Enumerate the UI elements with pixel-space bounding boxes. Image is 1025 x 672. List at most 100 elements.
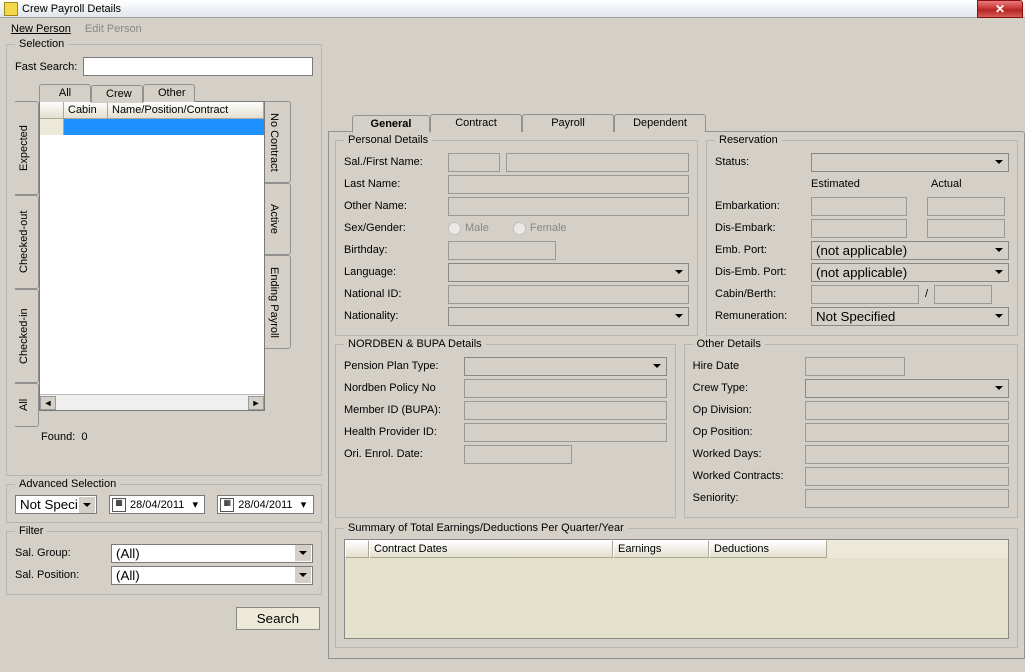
vtab-ending-payroll[interactable]: Ending Payroll — [265, 255, 291, 349]
other-name-input[interactable] — [448, 197, 689, 216]
tab-all[interactable]: All — [39, 84, 91, 102]
summary-col-contract[interactable]: Contract Dates — [369, 540, 613, 558]
tab-contract[interactable]: Contract — [430, 114, 522, 132]
status-combo[interactable] — [811, 153, 1009, 172]
sal-group-combo[interactable]: (All) — [111, 544, 313, 563]
remuneration-combo[interactable]: Not Specified — [811, 307, 1009, 326]
hire-date-label: Hire Date — [693, 360, 799, 372]
summary-grid[interactable]: Contract Dates Earnings Deductions — [344, 539, 1009, 639]
radio-male[interactable]: Male — [448, 222, 489, 235]
cabin-input[interactable] — [811, 285, 919, 304]
pension-label: Pension Plan Type: — [344, 360, 458, 372]
summary-col-earnings[interactable]: Earnings — [613, 540, 709, 558]
salutation-input[interactable] — [448, 153, 500, 172]
advanced-selection-group: Advanced Selection Not Specified ▦ 28/04… — [6, 484, 322, 523]
scroll-left-icon[interactable]: ◄ — [40, 396, 56, 410]
birthday-input[interactable] — [448, 241, 556, 260]
content: Selection Fast Search: All Crew Other — [0, 40, 1025, 666]
tab-other[interactable]: Other — [143, 84, 195, 102]
fast-search-input[interactable] — [83, 57, 313, 76]
other-name-label: Other Name: — [344, 200, 442, 212]
sal-position-combo[interactable]: (All) — [111, 566, 313, 585]
vtab-no-contract[interactable]: No Contract — [265, 101, 291, 183]
vtab-checked-in[interactable]: Checked-in — [15, 289, 39, 383]
sex-label: Sex/Gender: — [344, 222, 442, 234]
grid-selected-row[interactable] — [40, 119, 264, 135]
disemb-port-label: Dis-Emb. Port: — [715, 266, 805, 278]
advsel-date1[interactable]: ▦ 28/04/2011 ▾ — [109, 495, 205, 514]
ori-date-input[interactable] — [464, 445, 572, 464]
nationality-combo[interactable] — [448, 307, 689, 326]
other-details-legend: Other Details — [693, 338, 765, 350]
tab-dependent[interactable]: Dependent — [614, 114, 706, 132]
worked-contracts-input[interactable] — [805, 467, 1009, 486]
national-id-input[interactable] — [448, 285, 689, 304]
first-name-input[interactable] — [506, 153, 689, 172]
last-name-input[interactable] — [448, 175, 689, 194]
status-label: Status: — [715, 156, 805, 168]
policy-input[interactable] — [464, 379, 667, 398]
summary-col-deductions[interactable]: Deductions — [709, 540, 827, 558]
close-button[interactable]: ✕ — [977, 0, 1023, 18]
window-title: Crew Payroll Details — [22, 3, 121, 15]
title-bar: Crew Payroll Details ✕ — [0, 0, 1025, 18]
disembark-act-input[interactable] — [927, 219, 1005, 238]
member-id-input[interactable] — [464, 401, 667, 420]
search-button[interactable]: Search — [236, 607, 320, 630]
calendar-icon: ▦ — [220, 498, 234, 512]
vtab-active[interactable]: Active — [265, 183, 291, 255]
nordben-legend: NORDBEN & BUPA Details — [344, 338, 486, 350]
member-id-label: Member ID (BUPA): — [344, 404, 458, 416]
personal-details-group: Personal Details Sal./First Name: Last N… — [335, 140, 698, 336]
menu-edit-person: Edit Person — [78, 20, 149, 38]
summary-col-blank[interactable] — [345, 540, 369, 558]
tab-general[interactable]: General — [352, 115, 430, 133]
cabin-label: Cabin/Berth: — [715, 288, 805, 300]
vtab-checked-out[interactable]: Checked-out — [15, 195, 39, 289]
emb-port-label: Emb. Port: — [715, 244, 805, 256]
fast-search-label: Fast Search: — [15, 61, 77, 73]
tab-payroll[interactable]: Payroll — [522, 114, 614, 132]
female-label: Female — [530, 222, 567, 234]
fast-search-row: Fast Search: — [15, 55, 313, 84]
vtab-expected[interactable]: Expected — [15, 101, 39, 195]
sal-group-label: Sal. Group: — [15, 547, 105, 559]
sal-first-label: Sal./First Name: — [344, 156, 442, 168]
birthday-label: Birthday: — [344, 244, 442, 256]
embark-est-input[interactable] — [811, 197, 907, 216]
embarkation-label: Embarkation: — [715, 200, 805, 212]
op-division-input[interactable] — [805, 401, 1009, 420]
pension-combo[interactable] — [464, 357, 667, 376]
grid-header-name[interactable]: Name/Position/Contract — [108, 102, 264, 118]
language-combo[interactable] — [448, 263, 689, 282]
male-label: Male — [465, 222, 489, 234]
scroll-right-icon[interactable]: ► — [248, 396, 264, 410]
grid-header-cabin[interactable]: Cabin — [64, 102, 108, 118]
person-grid[interactable]: Cabin Name/Position/Contract ◄ ► — [39, 101, 265, 411]
crew-type-combo[interactable] — [805, 379, 1009, 398]
hire-date-input[interactable] — [805, 357, 905, 376]
op-position-label: Op Position: — [693, 426, 799, 438]
radio-female[interactable]: Female — [513, 222, 567, 235]
grid-scrollbar[interactable]: ◄ ► — [40, 394, 264, 410]
advsel-combo[interactable]: Not Specified — [15, 495, 97, 514]
op-position-input[interactable] — [805, 423, 1009, 442]
app-window: Crew Payroll Details ✕ New Person Edit P… — [0, 0, 1025, 672]
emb-port-combo[interactable]: (not applicable) — [811, 241, 1009, 260]
embark-act-input[interactable] — [927, 197, 1005, 216]
tab-crew[interactable]: Crew — [91, 85, 143, 103]
grid-header-blank[interactable] — [40, 102, 64, 118]
found-value: 0 — [81, 431, 87, 443]
berth-input[interactable] — [934, 285, 992, 304]
menu-new-person[interactable]: New Person — [4, 20, 78, 38]
worked-days-input[interactable] — [805, 445, 1009, 464]
disemb-port-combo[interactable]: (not applicable) — [811, 263, 1009, 282]
chevron-down-icon: ▾ — [188, 498, 202, 511]
health-input[interactable] — [464, 423, 667, 442]
advsel-date2[interactable]: ▦ 28/04/2011 ▾ — [217, 495, 313, 514]
vtab-all[interactable]: All — [15, 383, 39, 427]
seniority-input[interactable] — [805, 489, 1009, 508]
chevron-down-icon: ▾ — [297, 498, 311, 511]
right-panel: General Contract Payroll Dependent Perso… — [328, 44, 1025, 660]
disembark-est-input[interactable] — [811, 219, 907, 238]
